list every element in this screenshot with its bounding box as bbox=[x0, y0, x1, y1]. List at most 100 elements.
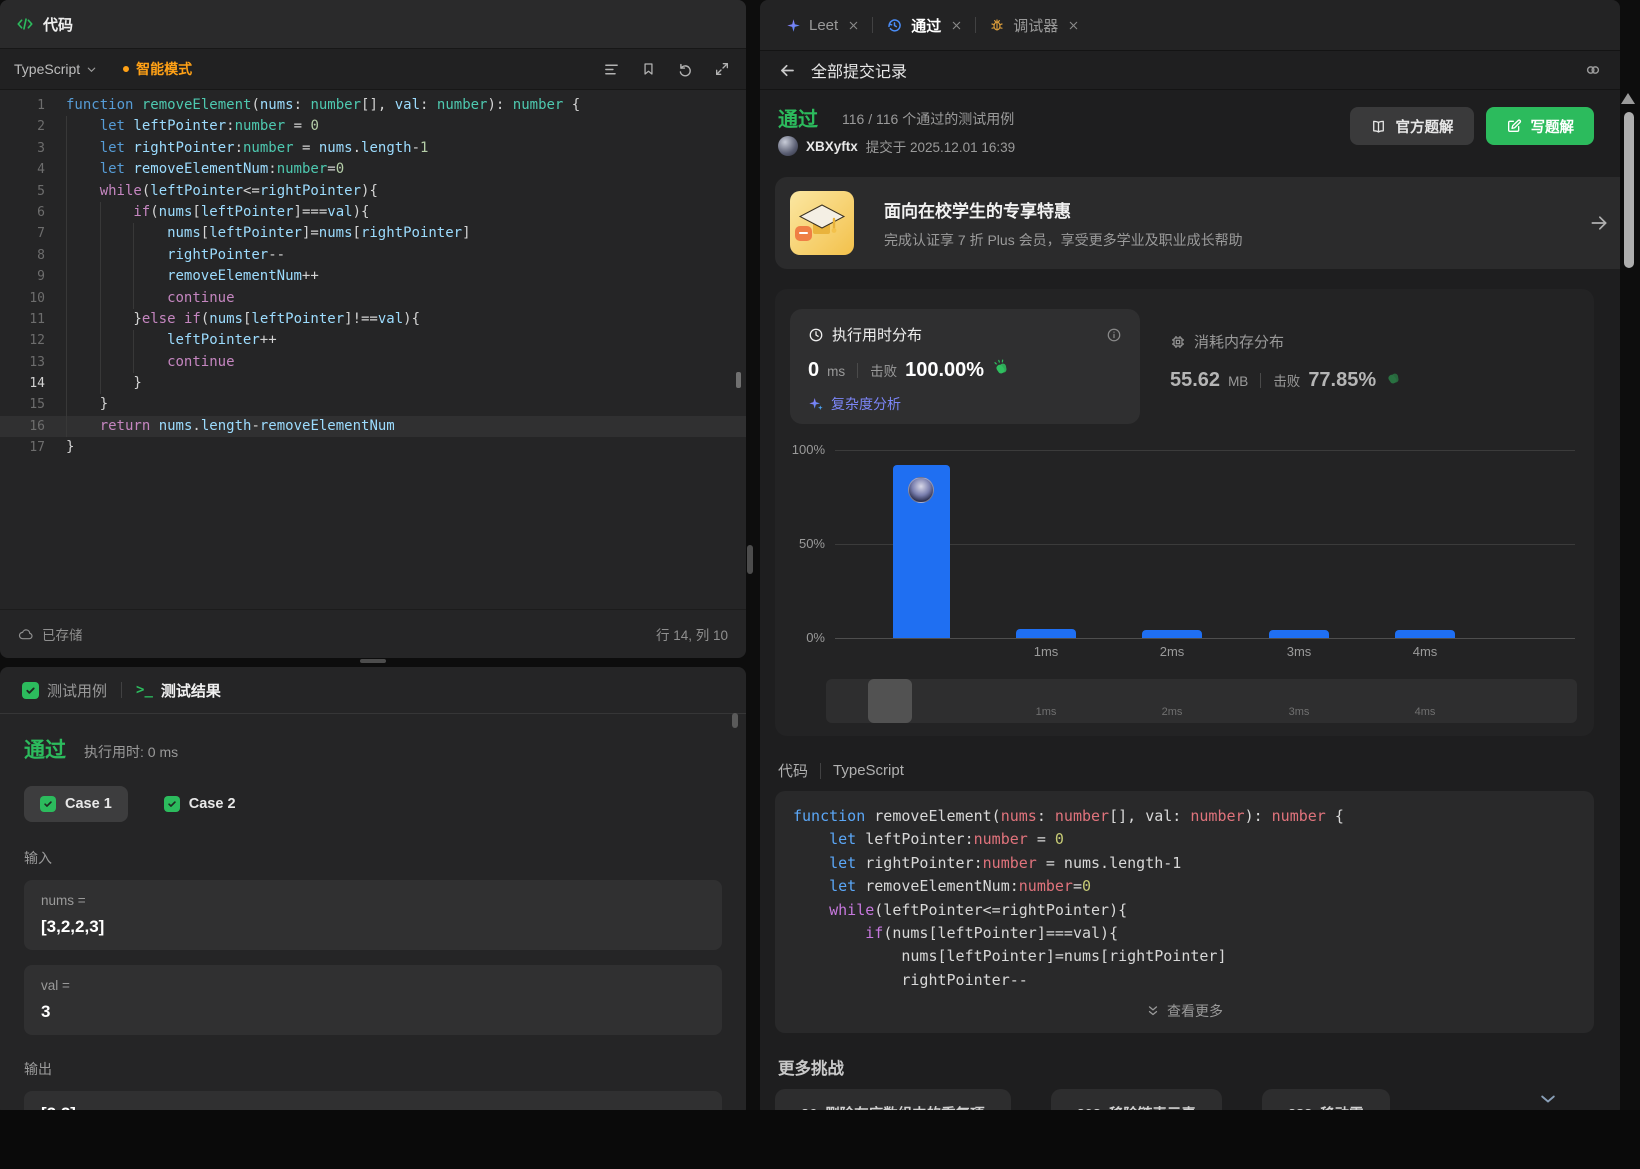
official-solution-button[interactable]: 官方题解 bbox=[1350, 107, 1474, 145]
tab-test-case[interactable]: 测试用例 bbox=[22, 680, 107, 701]
output-section-label: 输出 bbox=[24, 1059, 722, 1079]
bar-4ms[interactable] bbox=[1395, 630, 1455, 638]
memory-stat-block[interactable]: 消耗内存分布 55.62 MB 击败 77.85% bbox=[1170, 331, 1402, 392]
language-label: TypeScript bbox=[14, 61, 80, 77]
banner-title: 面向在校学生的专享特惠 bbox=[884, 197, 1243, 222]
scroll-down-indicator-icon[interactable] bbox=[1538, 1089, 1558, 1109]
indent-guide bbox=[66, 223, 100, 244]
field-value: [3,2,2,3] bbox=[41, 917, 705, 937]
line-number: 4 bbox=[0, 159, 66, 180]
chart-brush-window[interactable] bbox=[868, 679, 912, 723]
tab-test-case-label: 测试用例 bbox=[47, 680, 107, 701]
submission-marker-avatar bbox=[908, 477, 934, 503]
tab-submission[interactable]: 通过 bbox=[886, 15, 962, 36]
code-line-8[interactable]: 8rightPointer-- bbox=[0, 245, 746, 266]
arrow-right-icon[interactable] bbox=[1589, 213, 1609, 233]
tab-divider bbox=[975, 17, 976, 33]
chart-brush-track[interactable]: 1ms2ms3ms4ms bbox=[826, 679, 1577, 723]
code-line-16[interactable]: 16return nums.length-removeElementNum bbox=[0, 416, 746, 437]
beat-value: 100.00% bbox=[905, 359, 984, 382]
line-number: 11 bbox=[0, 309, 66, 330]
smart-mode-toggle[interactable]: 智能模式 bbox=[123, 59, 192, 79]
code-line-6[interactable]: 6if(nums[leftPointer]===val){ bbox=[0, 202, 746, 223]
code-line-3[interactable]: 3let rightPointer:number = nums.length-1 bbox=[0, 138, 746, 159]
case-2-button[interactable]: Case 2 bbox=[148, 786, 252, 822]
editor-statusbar: 已存储 行 14, 列 10 bbox=[0, 609, 746, 658]
code-line-11[interactable]: 11}else if(nums[leftPointer]!==val){ bbox=[0, 309, 746, 330]
username[interactable]: XBXyftx bbox=[806, 139, 858, 154]
scrollbar-thumb[interactable] bbox=[1624, 112, 1634, 268]
verdict-row: 通过 执行用时: 0 ms bbox=[24, 734, 722, 764]
line-number: 5 bbox=[0, 181, 66, 202]
student-promo-banner[interactable]: 面向在校学生的专享特惠 完成认证享 7 折 Plus 会员，享受更多学业及职业成… bbox=[775, 177, 1620, 269]
see-more-label: 查看更多 bbox=[1167, 1001, 1223, 1021]
line-number: 15 bbox=[0, 394, 66, 415]
code-editor[interactable]: 1function removeElement(nums: number[], … bbox=[0, 89, 746, 610]
code-line-17[interactable]: 17} bbox=[0, 437, 746, 458]
x-tick-4ms: 4ms bbox=[1403, 644, 1447, 659]
format-code-icon[interactable] bbox=[601, 59, 621, 79]
tab-test-result-label: 测试结果 bbox=[161, 680, 221, 701]
code-line-10[interactable]: 10continue bbox=[0, 288, 746, 309]
expand-icon[interactable] bbox=[712, 59, 732, 79]
submitted-code-card[interactable]: function removeElement(nums: number[], v… bbox=[775, 791, 1594, 1033]
save-status-label: 已存储 bbox=[42, 624, 83, 644]
line-number: 6 bbox=[0, 202, 66, 223]
close-icon[interactable] bbox=[848, 20, 859, 31]
scrollbar-up-arrow[interactable] bbox=[1621, 93, 1635, 104]
info-icon[interactable] bbox=[1106, 327, 1122, 343]
language-selector[interactable]: TypeScript bbox=[14, 61, 97, 77]
test-panel-scrollbar-thumb[interactable] bbox=[732, 713, 738, 728]
brush-tick-4ms: 4ms bbox=[1403, 706, 1447, 718]
bar-2ms[interactable] bbox=[1142, 630, 1202, 638]
cursor-position[interactable]: 行 14, 列 10 bbox=[656, 624, 728, 644]
memory-stat-header: 消耗内存分布 bbox=[1170, 331, 1402, 352]
code-line-4[interactable]: 4let removeElementNum:number=0 bbox=[0, 159, 746, 180]
action-buttons: 官方题解 写题解 bbox=[1350, 107, 1595, 145]
code-line-1[interactable]: 1function removeElement(nums: number[], … bbox=[0, 95, 746, 116]
code-line-5[interactable]: 5while(leftPointer<=rightPointer){ bbox=[0, 181, 746, 202]
code-line-2[interactable]: 2let leftPointer:number = 0 bbox=[0, 116, 746, 137]
tab-divider bbox=[121, 682, 122, 698]
tab-leet[interactable]: Leet bbox=[786, 17, 859, 34]
code-line-14[interactable]: 14} bbox=[0, 373, 746, 394]
code-line-12[interactable]: 12leftPointer++ bbox=[0, 330, 746, 351]
runtime-stat-card[interactable]: 执行用时分布 0 ms 击败 100.00% bbox=[790, 309, 1140, 424]
bookmark-icon[interactable] bbox=[638, 59, 658, 79]
code-line-7[interactable]: 7nums[leftPointer]=nums[rightPointer] bbox=[0, 223, 746, 244]
case-1-button[interactable]: Case 1 bbox=[24, 786, 128, 822]
code-line-9[interactable]: 9removeElementNum++ bbox=[0, 266, 746, 287]
vertical-resize-handle[interactable] bbox=[747, 545, 753, 574]
see-more-button[interactable]: 查看更多 bbox=[775, 1001, 1594, 1021]
panel-title: 代码 bbox=[43, 14, 73, 35]
line-number: 14 bbox=[0, 373, 66, 394]
editor-scrollbar-thumb[interactable] bbox=[736, 372, 741, 388]
check-square-icon bbox=[22, 682, 39, 699]
code-section-header: 代码 TypeScript bbox=[778, 760, 904, 781]
code-line-13[interactable]: 13continue bbox=[0, 352, 746, 373]
bar-1ms[interactable] bbox=[1016, 629, 1076, 638]
more-challenges-title: 更多挑战 bbox=[778, 1055, 844, 1079]
close-icon[interactable] bbox=[1068, 20, 1079, 31]
indent-guide bbox=[66, 309, 100, 330]
link-icon[interactable] bbox=[1584, 61, 1602, 79]
memory-value: 55.62 bbox=[1170, 369, 1220, 392]
avatar[interactable] bbox=[778, 136, 798, 156]
gridline-100 bbox=[835, 450, 1575, 451]
code-section-label: 代码 bbox=[778, 760, 808, 781]
horizontal-resize-handle[interactable] bbox=[360, 659, 386, 663]
indent-guide bbox=[66, 373, 100, 394]
complexity-analysis-link[interactable]: 复杂度分析 bbox=[808, 394, 1122, 414]
tab-debugger[interactable]: 调试器 bbox=[989, 15, 1079, 36]
bar-3ms[interactable] bbox=[1269, 630, 1329, 638]
indent-guide bbox=[66, 416, 100, 437]
close-icon[interactable] bbox=[951, 20, 962, 31]
write-solution-label: 写题解 bbox=[1531, 116, 1575, 137]
undo-icon[interactable] bbox=[675, 59, 695, 79]
input-field-val[interactable]: val = 3 bbox=[24, 965, 722, 1035]
input-field-nums[interactable]: nums = [3,2,2,3] bbox=[24, 880, 722, 950]
code-line-15[interactable]: 15} bbox=[0, 394, 746, 415]
write-solution-button[interactable]: 写题解 bbox=[1486, 107, 1595, 145]
tab-test-result[interactable]: >_ 测试结果 bbox=[136, 680, 221, 701]
back-arrow-icon[interactable] bbox=[778, 61, 797, 80]
